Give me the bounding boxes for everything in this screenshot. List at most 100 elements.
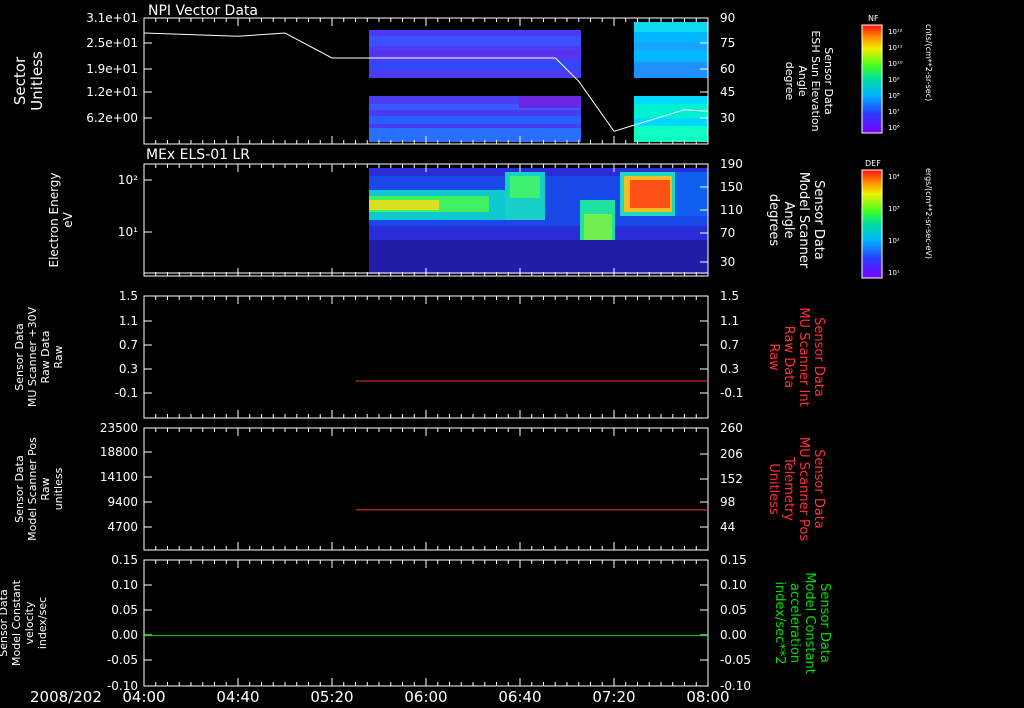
y-axis-label: Electron Energy [47, 172, 61, 267]
y2-tick-label: 0.3 [720, 362, 739, 376]
colorbar-tick-label: 10¹¹ [888, 44, 903, 52]
y-tick-label: 0.05 [111, 603, 138, 617]
y2-tick-label: -0.05 [720, 653, 751, 667]
y2-axis-label: acceleration [787, 583, 802, 663]
x-tick-label: 04:40 [216, 688, 259, 706]
y2-axis-label: ESH Sun Elevation [809, 30, 822, 131]
y2-axis-label: Raw Data [781, 326, 796, 389]
colorbar-tick-label: 10¹² [888, 28, 903, 36]
y2-tick-label: 1.5 [720, 289, 739, 303]
colorbar-tick-label: 10⁴ [888, 173, 900, 181]
panel-4-frame [143, 427, 709, 551]
y-axis-label: Raw [39, 477, 52, 500]
y-axis-label: Raw Data [39, 331, 52, 384]
y2-tick-label: 0.05 [720, 603, 747, 617]
y-tick-label: 18800 [100, 445, 138, 459]
x-tick-label: 06:00 [404, 688, 447, 706]
colorbar-tick-label: 10⁷ [888, 108, 900, 116]
y2-tick-label: 150 [720, 180, 743, 194]
y-axis-label: velocity [23, 601, 36, 644]
y2-tick-label: 44 [720, 520, 735, 534]
colorbar-def-label: DEF [865, 159, 881, 168]
y2-axis-label: Unitless [766, 463, 781, 515]
y-tick-label: 0.3 [119, 362, 138, 376]
y2-tick-label: 206 [720, 447, 743, 461]
panel2-title: MEx ELS-01 LR [146, 147, 250, 163]
y2-tick-label: 45 [720, 85, 735, 99]
y-axis-label: Model Constant [10, 579, 23, 666]
y2-axis-label: MU Scanner Pos [796, 437, 811, 542]
colorbar-tick-label: 10¹⁰ [888, 60, 903, 68]
colorbar-nf: NF cnts/(cm**2-sr-sec) 10¹² 10¹¹ 10¹⁰ 10⁹ 10… [861, 14, 933, 134]
y2-tick-label: 0.00 [720, 628, 747, 642]
y-tick-label: 2.5e+01 [86, 36, 138, 50]
y-tick-label: 0.10 [111, 578, 138, 592]
colorbar-nf-label: NF [868, 14, 879, 23]
plot-canvas: NPI Vector Data MEx ELS-01 LR 2008/202 3… [0, 3, 933, 706]
y-tick-label: 4700 [107, 520, 138, 534]
y-axis-label: Raw [52, 345, 65, 368]
y2-tick-label: 152 [720, 472, 743, 486]
colorbar-tick-label: 10¹ [888, 269, 900, 277]
colorbar-def: DEF ergs/(cm**2-sr-sec-eV) 10⁴ 10³ 10² 10¹ [861, 159, 933, 279]
y-tick-label: 3.1e+01 [86, 11, 138, 25]
x-tick-label: 06:40 [498, 688, 541, 706]
y-tick-label: 1.9e+01 [86, 62, 138, 76]
y-tick-label: 23500 [100, 421, 138, 435]
y-axis-label: Sensor Data [0, 589, 10, 656]
y-tick-label: -0.1 [115, 386, 138, 400]
y2-axis-label: Angle [796, 65, 809, 97]
y-tick-label: 9400 [107, 495, 138, 509]
y2-tick-label: 190 [720, 157, 743, 171]
y-axis-label: Unitless [28, 51, 46, 111]
panel-3-frame [143, 295, 709, 419]
y2-tick-label: 260 [720, 421, 743, 435]
els-spectrogram [369, 168, 708, 274]
y-tick-label: 6.2e+00 [86, 111, 138, 125]
y-tick-label: 10² [118, 173, 138, 187]
y2-tick-label: 0.15 [720, 553, 747, 567]
y2-axis-label: Model Scanner [796, 172, 811, 269]
y-tick-label: 1.2e+01 [86, 85, 138, 99]
y-axis-label: unitless [52, 467, 65, 510]
y2-axis-label: index/sec**2 [772, 581, 787, 664]
colorbar-def-unit: ergs/(cm**2-sr-sec-eV) [924, 168, 933, 259]
colorbar-tick-label: 10⁹ [888, 76, 900, 84]
y2-axis-label: degrees [766, 194, 781, 247]
y2-axis-label: Sensor Data [822, 47, 835, 114]
x-tick-label: 07:20 [592, 688, 635, 706]
y2-tick-label: 30 [720, 111, 735, 125]
y2-axis-label: Model Constant [802, 572, 817, 674]
colorbar-nf-unit: cnts/(cm**2-sr-sec) [924, 24, 933, 101]
y2-axis-label: Sensor Data [817, 583, 832, 663]
panel-5-frame [143, 559, 709, 687]
x-tick-label: 04:00 [122, 688, 165, 706]
y2-tick-label: 1.1 [720, 314, 739, 328]
colorbar-tick-label: 10⁸ [888, 92, 900, 100]
y2-axis-label: MU Scanner Int [796, 307, 811, 406]
y-tick-label: 0.7 [119, 338, 138, 352]
y2-tick-label: 30 [720, 255, 735, 269]
y2-axis-label: Sensor Data [811, 317, 826, 397]
y2-axis-label: Sensor Data [811, 180, 826, 260]
y2-tick-label: 70 [720, 226, 735, 240]
y2-tick-label: 60 [720, 62, 735, 76]
y2-tick-label: 98 [720, 495, 735, 509]
y2-tick-label: 90 [720, 11, 735, 25]
y-tick-label: 1.5 [119, 289, 138, 303]
y-axis-label: Sensor Data [13, 323, 26, 390]
y-axis-label: Sector [11, 56, 29, 105]
y2-axis-label: degree [783, 62, 796, 101]
panel1-title: NPI Vector Data [148, 3, 258, 19]
y-tick-label: 14100 [100, 470, 138, 484]
y2-tick-label: 110 [720, 203, 743, 217]
y2-axis-label: Angle [781, 202, 796, 239]
npi-spectrogram [369, 22, 708, 142]
colorbar-tick-label: 10³ [888, 205, 900, 213]
y2-axis-label: Sensor Data [811, 449, 826, 529]
x-tick-label: 08:00 [686, 688, 729, 706]
y-axis-label: index/sec [36, 597, 49, 649]
y-axis-label: Model Scanner Pos [26, 437, 39, 541]
y2-tick-label: -0.1 [720, 386, 743, 400]
date-label: 2008/202 [30, 688, 102, 706]
